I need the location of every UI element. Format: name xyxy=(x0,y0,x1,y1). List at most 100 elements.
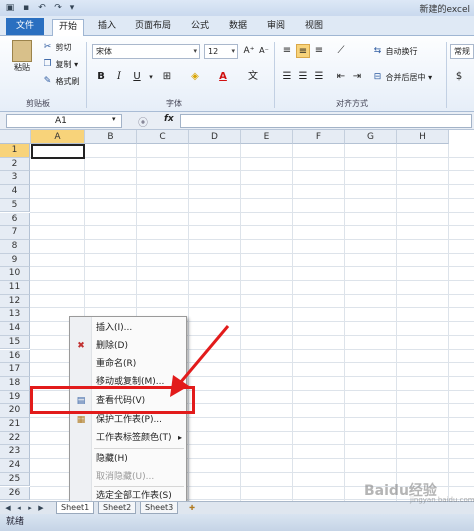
column-header-b[interactable]: B xyxy=(85,130,137,144)
row-header-9[interactable]: 9 xyxy=(0,253,30,268)
font-size-combo[interactable]: 12 ▾ xyxy=(204,44,238,59)
merge-center-button[interactable]: ⊟ 合并后居中 ▾ xyxy=(372,72,432,83)
sheet-tab-1[interactable]: Sheet1 xyxy=(56,502,95,514)
name-box[interactable]: A1 xyxy=(6,114,122,128)
cut-button[interactable]: ✂ 剪切 xyxy=(42,42,72,53)
align-right-icon[interactable]: ☰ xyxy=(312,70,326,84)
align-top-icon[interactable]: ≡ xyxy=(280,44,294,58)
row-header-14[interactable]: 14 xyxy=(0,322,30,336)
undo-icon[interactable]: ↶ xyxy=(36,2,48,14)
align-left-icon[interactable]: ☰ xyxy=(280,70,294,84)
column-header-c[interactable]: C xyxy=(137,130,189,144)
grid-hline xyxy=(30,252,474,254)
column-header-a[interactable]: A xyxy=(31,130,85,144)
last-sheet-icon[interactable]: ▶ xyxy=(36,503,46,513)
wrap-text-button[interactable]: ⇆ 自动换行 xyxy=(372,46,418,57)
row-header-4[interactable]: 4 xyxy=(0,185,30,199)
row-header-23[interactable]: 23 xyxy=(0,445,30,460)
row-header-10[interactable]: 10 xyxy=(0,267,30,281)
menu-item-delete[interactable]: ✖ 删除(D) xyxy=(70,337,188,355)
column-header-g[interactable]: G xyxy=(345,130,397,144)
fx-icon[interactable]: fx xyxy=(164,114,174,124)
formula-input[interactable] xyxy=(180,114,472,128)
format-painter-button[interactable]: ✎ 格式刷 xyxy=(42,76,80,87)
align-middle-icon[interactable]: ≡ xyxy=(296,44,310,58)
grow-font-icon[interactable]: A⁺ xyxy=(242,44,256,58)
menu-item-rename[interactable]: 重命名(R) xyxy=(70,355,188,373)
copy-button[interactable]: ❐ 复制 ▾ xyxy=(42,59,78,70)
grid-hline xyxy=(30,266,474,268)
row-header-12[interactable]: 12 xyxy=(0,294,30,309)
column-header-d[interactable]: D xyxy=(189,130,241,144)
row-header-8[interactable]: 8 xyxy=(0,239,30,254)
row-header-3[interactable]: 3 xyxy=(0,171,30,186)
menu-item-label: 选定全部工作表(S) xyxy=(96,491,172,501)
ribbon: 粘贴 ✂ 剪切 ❐ 复制 ▾ ✎ 格式刷 剪贴板 宋体 ▾ 12 ▾ A⁺ A⁻ B… xyxy=(0,36,474,112)
increase-indent-icon[interactable]: ⇥ xyxy=(350,70,364,84)
save-icon[interactable]: ▪ xyxy=(20,2,32,14)
row-header-18[interactable]: 18 xyxy=(0,376,30,391)
number-format-combo[interactable]: 常规 xyxy=(450,44,474,59)
border-icon[interactable]: ⊞ xyxy=(160,70,174,84)
shrink-font-icon[interactable]: A⁻ xyxy=(257,44,271,58)
row-header-21[interactable]: 21 xyxy=(0,418,30,432)
row-header-22[interactable]: 22 xyxy=(0,431,30,446)
row-header-17[interactable]: 17 xyxy=(0,363,30,377)
italic-button[interactable]: I xyxy=(112,70,126,84)
orientation-icon[interactable]: ⟋ xyxy=(334,44,348,58)
menu-item-tab-color[interactable]: 工作表标签颜色(T) ▸ xyxy=(70,429,188,447)
underline-button[interactable]: U xyxy=(130,70,144,84)
chevron-down-icon[interactable]: ▾ xyxy=(144,70,158,84)
font-color-icon[interactable]: A xyxy=(216,70,230,84)
active-cell[interactable] xyxy=(31,144,85,159)
tab-formulas[interactable]: 公式 xyxy=(186,19,214,36)
tab-review[interactable]: 审阅 xyxy=(262,19,290,36)
customize-toolbar-icon[interactable]: ▾ xyxy=(66,2,78,14)
chevron-down-icon[interactable]: ▾ xyxy=(112,115,116,123)
column-header-f[interactable]: F xyxy=(293,130,345,144)
currency-icon[interactable]: $ xyxy=(452,70,466,84)
redo-icon[interactable]: ↷ xyxy=(52,2,64,14)
tab-view[interactable]: 视图 xyxy=(300,19,328,36)
column-header-h[interactable]: H xyxy=(397,130,449,144)
row-header-1[interactable]: 1 xyxy=(0,144,30,158)
decrease-indent-icon[interactable]: ⇤ xyxy=(334,70,348,84)
row-header-7[interactable]: 7 xyxy=(0,226,30,240)
row-header-13[interactable]: 13 xyxy=(0,308,30,323)
tab-data[interactable]: 数据 xyxy=(224,19,252,36)
paste-button[interactable]: 粘贴 xyxy=(8,40,36,80)
tab-page-layout[interactable]: 页面布局 xyxy=(130,19,176,36)
row-header-26[interactable]: 26 xyxy=(0,486,30,501)
row-header-6[interactable]: 6 xyxy=(0,212,30,227)
row-header-16[interactable]: 16 xyxy=(0,349,30,364)
copy-label: 复制 xyxy=(55,60,72,69)
font-name-combo[interactable]: 宋体 ▾ xyxy=(92,44,200,59)
row-header-25[interactable]: 25 xyxy=(0,472,30,487)
first-sheet-icon[interactable]: ◀ xyxy=(3,503,13,513)
tab-file[interactable]: 文件 xyxy=(6,18,44,35)
insert-sheet-icon[interactable]: ✚ xyxy=(186,503,198,513)
menu-item-hide[interactable]: 隐藏(H) xyxy=(70,450,188,468)
bold-button[interactable]: B xyxy=(94,70,108,84)
tab-home[interactable]: 开始 xyxy=(52,19,84,36)
row-header-2[interactable]: 2 xyxy=(0,157,30,172)
phonetic-icon[interactable]: 文 xyxy=(246,70,260,84)
row-header-19[interactable]: 19 xyxy=(0,390,30,405)
align-bottom-icon[interactable]: ≡ xyxy=(312,44,326,58)
row-header-5[interactable]: 5 xyxy=(0,198,30,213)
row-header-20[interactable]: 20 xyxy=(0,404,30,418)
next-sheet-icon[interactable]: ▸ xyxy=(25,503,35,513)
prev-sheet-icon[interactable]: ◂ xyxy=(14,503,24,513)
row-header-15[interactable]: 15 xyxy=(0,335,30,350)
fill-color-icon[interactable]: ◈ xyxy=(188,70,202,84)
tab-insert[interactable]: 插入 xyxy=(92,19,122,36)
sheet-tab-3[interactable]: Sheet3 xyxy=(140,502,179,514)
select-all-corner[interactable] xyxy=(0,130,31,144)
row-header-24[interactable]: 24 xyxy=(0,459,30,473)
column-header-e[interactable]: E xyxy=(241,130,293,144)
row-header-11[interactable]: 11 xyxy=(0,281,30,295)
align-center-icon[interactable]: ☰ xyxy=(296,70,310,84)
menu-item-insert[interactable]: 插入(I)... xyxy=(70,319,188,337)
sheet-tab-2[interactable]: Sheet2 xyxy=(98,502,137,514)
grid-hline xyxy=(30,156,474,158)
